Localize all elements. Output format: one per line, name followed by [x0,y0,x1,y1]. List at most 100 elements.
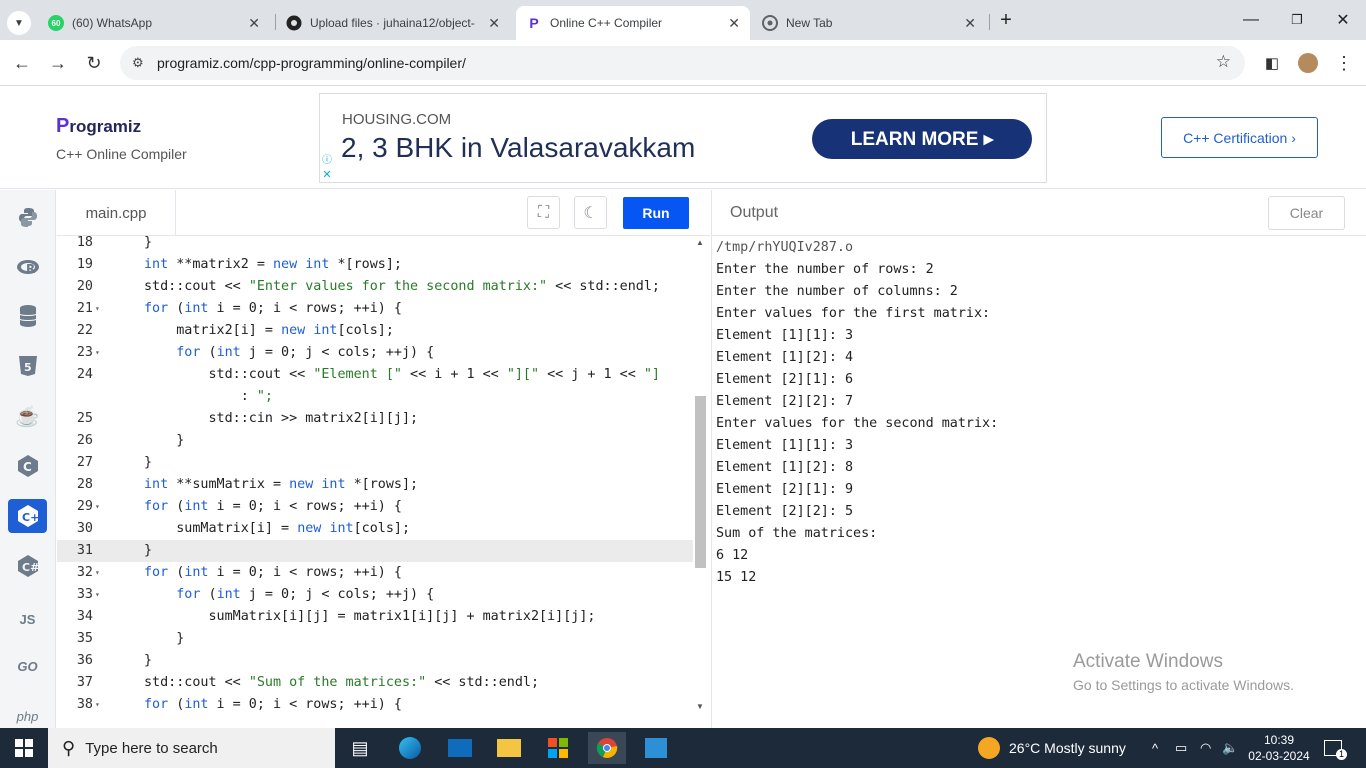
fold-toggle-icon[interactable]: ▾ [95,342,105,364]
forward-arrow-icon[interactable]: → [43,48,73,78]
code-line[interactable]: int **sumMatrix = new int *[rows]; [144,474,418,496]
code-line[interactable]: } [144,540,152,562]
code-line[interactable]: for (int i = 0; i < rows; ++i) { [144,298,402,320]
close-tab-icon[interactable]: ✕ [964,15,976,32]
html5-icon[interactable]: 5 [8,349,47,383]
address-bar[interactable]: ⚙ programiz.com/cpp-programming/online-c… [120,46,1245,80]
learn-more-button[interactable]: LEARN MORE ▸ [812,119,1032,159]
chrome-taskbar-icon[interactable] [588,732,626,764]
code-line[interactable]: for (int i = 0; i < rows; ++i) { [144,496,402,518]
bookmark-star-icon[interactable]: ☆ [1216,52,1231,72]
go-language-icon[interactable]: GO [8,649,47,683]
back-arrow-icon[interactable]: ← [7,48,37,78]
javascript-icon[interactable]: JS [8,602,47,636]
python-icon[interactable] [8,200,47,234]
sql-database-icon[interactable] [8,299,47,333]
code-line[interactable]: std::cin >> matrix2[i][j]; [144,408,418,430]
csharp-icon[interactable]: C# [8,549,47,583]
tab-online-cpp-compiler[interactable]: P Online C++ Compiler ✕ [516,6,750,40]
code-line[interactable]: std::cout << "Element [" << i + 1 << "][… [144,364,660,386]
taskbar-search-box[interactable]: ⚲ Type here to search [48,728,335,768]
profile-avatar[interactable] [1293,48,1323,78]
new-tab-plus-icon[interactable]: + [983,0,1029,40]
windows-start-icon[interactable] [0,728,48,768]
tab-search-button[interactable]: ▼ [0,6,38,40]
tab-whatsapp[interactable]: 60 (60) WhatsApp ✕ [40,6,270,40]
photos-icon[interactable] [637,732,675,764]
fold-toggle-icon[interactable]: ▾ [95,298,105,320]
code-line[interactable]: for (int j = 0; j < cols; ++j) { [144,342,434,364]
ad-brand: HOUSING.COM [342,111,452,128]
file-explorer-icon[interactable] [490,732,528,764]
scroll-up-icon[interactable]: ▲ [696,238,704,247]
run-button[interactable]: Run [623,197,689,229]
code-line[interactable]: std::cout << "Sum of the matrices:" << s… [144,672,539,694]
system-clock[interactable]: 10:39 02-03-2024 [1248,732,1310,764]
java-icon[interactable]: ☕ [8,399,47,433]
fullscreen-icon[interactable]: ⛶ [527,196,560,229]
fold-toggle-icon[interactable]: ▾ [95,562,105,584]
scroll-down-icon[interactable]: ▼ [696,702,704,711]
tab-new-tab[interactable]: New Tab ✕ [754,6,986,40]
code-line[interactable]: int **matrix2 = new int *[rows]; [144,254,402,276]
notification-center-icon[interactable]: 1 [1324,728,1347,768]
programiz-logo[interactable]: Programiz [56,115,141,138]
battery-icon[interactable]: ▭ [1175,728,1187,768]
show-hidden-icons-chevron-icon[interactable]: ^ [1152,728,1158,768]
code-line[interactable]: matrix2[i] = new int[cols]; [144,320,394,342]
site-settings-icon[interactable]: ⚙ [132,55,144,71]
side-panel-icon[interactable]: ◧ [1257,48,1287,78]
tab-github[interactable]: Upload files · juhaina12/object- ✕ [278,6,510,40]
volume-icon[interactable]: 🔈 [1222,728,1238,768]
r-language-icon[interactable]: R [8,250,47,284]
code-line[interactable]: } [144,452,152,474]
code-line[interactable]: std::cout << "Enter values for the secon… [144,276,660,298]
editor-scrollbar[interactable]: ▲ ▼ [694,236,708,714]
clear-button[interactable]: Clear [1268,196,1345,230]
c-language-icon[interactable]: C [8,449,47,483]
ad-info-icon[interactable]: ⓘ [320,151,334,166]
close-tab-icon[interactable]: ✕ [248,15,260,32]
advertisement-banner[interactable]: HOUSING.COM 2, 3 BHK in Valasaravakkam L… [319,93,1047,183]
scrollbar-thumb[interactable] [695,396,706,568]
task-view-icon[interactable]: ▤ [341,732,379,764]
dark-mode-moon-icon[interactable]: ☾ [574,196,607,229]
chrome-menu-icon[interactable]: ⋮ [1329,48,1359,78]
code-line[interactable]: for (int i = 0; i < rows; ++i) { [144,562,402,584]
code-line[interactable]: } [144,628,184,650]
code-line[interactable]: } [144,236,152,254]
cpp-certification-button[interactable]: C++ Certification › [1161,117,1318,158]
cpp-language-icon[interactable]: C+ [8,499,47,533]
url-text[interactable]: programiz.com/cpp-programming/online-com… [157,55,466,71]
code-line[interactable]: sumMatrix[i] = new int[cols]; [144,518,410,540]
fold-toggle-icon[interactable]: ▾ [95,694,105,716]
weather-widget[interactable]: 26°C Mostly sunny [978,728,1126,768]
fold-toggle-icon[interactable]: ▾ [95,584,105,606]
wifi-icon[interactable]: ◠ [1200,728,1211,768]
code-line[interactable]: } [144,430,184,452]
ad-close-icon[interactable]: ✕ [320,167,334,181]
code-line[interactable]: : "; [144,386,273,408]
fold-toggle-icon[interactable]: ▾ [95,496,105,518]
code-editor[interactable]: 18} 19 int **matrix2 = new int *[rows]; 20 s… [57,236,710,728]
reload-icon[interactable]: ↻ [79,48,109,78]
line-number: 28 [76,477,93,492]
close-tab-icon[interactable]: ✕ [488,15,500,32]
close-window-icon[interactable]: ✕ [1320,0,1366,40]
code-line[interactable]: sumMatrix[i][j] = matrix1[i][j] + matrix… [144,606,595,628]
browser-tab-strip: ▼ 60 (60) WhatsApp ✕ Upload files · juha… [0,0,1366,40]
restore-icon[interactable]: ❐ [1274,0,1320,40]
weather-text: 26°C Mostly sunny [1009,740,1126,756]
microsoft-store-icon[interactable] [539,732,577,764]
minimize-icon[interactable]: — [1228,0,1274,40]
line-number: 19 [76,257,93,272]
code-line[interactable]: for (int j = 0; j < cols; ++j) { [144,584,434,606]
code-line[interactable]: } [144,650,152,672]
tab-title: Upload files · juhaina12/object- [310,16,475,30]
output-line: Element [1][1]: 3 [716,328,854,343]
file-tab-main-cpp[interactable]: main.cpp [57,190,176,236]
mail-icon[interactable] [441,732,479,764]
close-tab-icon[interactable]: ✕ [728,15,740,32]
code-line[interactable]: for (int i = 0; i < rows; ++i) { [144,694,402,716]
edge-icon[interactable] [391,732,429,764]
